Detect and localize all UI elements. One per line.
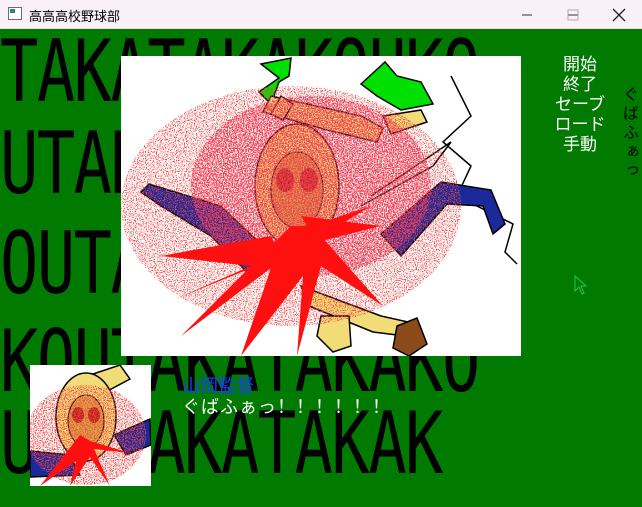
game-screen[interactable]: TAKATAKAKOUKO UTAKATAKATOUK OUTAKATAKAKO… <box>0 29 642 507</box>
scene-speech-text: ぐばふぁっ <box>620 86 639 181</box>
mouse-cursor-icon <box>574 275 588 295</box>
close-button[interactable] <box>596 0 642 29</box>
app-window-icon <box>8 7 22 20</box>
maximize-button[interactable] <box>550 0 596 29</box>
character-portrait <box>30 365 151 486</box>
close-icon <box>612 8 626 21</box>
menu-item-load[interactable]: ロード <box>540 115 620 135</box>
scene-illustration: ぐばふぁっ <box>121 56 639 357</box>
character-explosion-image <box>121 57 518 357</box>
menu-item-start[interactable]: 開始 <box>540 55 620 75</box>
minimize-icon <box>522 14 532 15</box>
main-menu: 開始 終了 セーブ ロード 手動 <box>540 55 620 155</box>
menu-item-quit[interactable]: 終了 <box>540 75 620 95</box>
dialog-text: ぐばふぁっ！！！！！！ <box>182 397 391 418</box>
menu-item-save[interactable]: セーブ <box>540 95 620 115</box>
portrait-image <box>30 365 151 486</box>
window-title: 高高高校野球部 <box>29 10 121 25</box>
menu-item-manual[interactable]: 手動 <box>540 135 620 155</box>
maximize-icon <box>567 9 579 20</box>
minimize-button-slot[interactable] <box>504 0 550 29</box>
